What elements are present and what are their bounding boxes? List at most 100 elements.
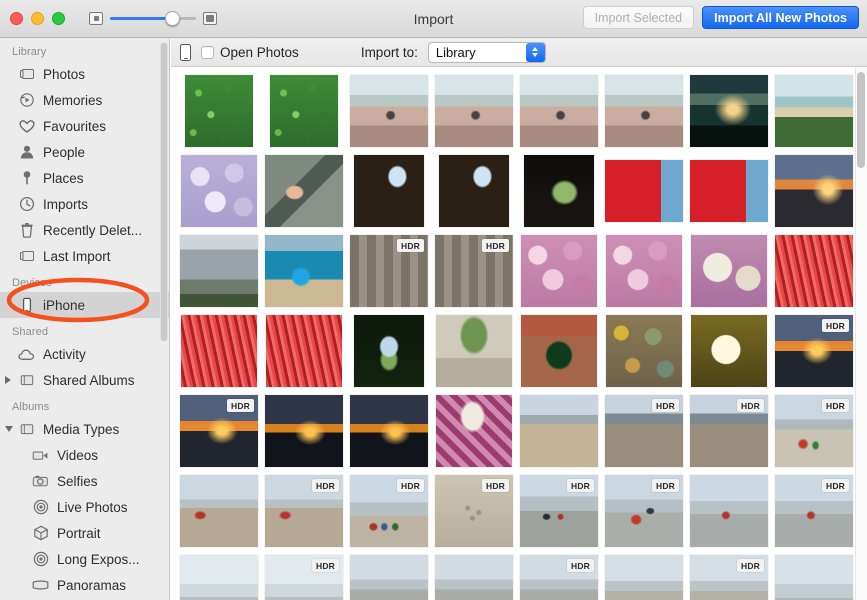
photo-thumbnail-hand-on-rock[interactable] (264, 155, 343, 227)
slider-knob[interactable] (165, 10, 180, 26)
photo-cell[interactable]: HDR (771, 471, 856, 551)
photo-cell[interactable]: HDR (686, 551, 771, 600)
photo-thumbnail-doorway-view[interactable] (523, 155, 594, 227)
photo-thumbnail-sunset-reflection[interactable]: HDR (179, 395, 258, 467)
photo-cell[interactable] (601, 231, 686, 311)
photo-thumbnail-pink-petals[interactable] (520, 235, 597, 307)
photo-thumbnail-ivy-arch[interactable] (435, 315, 512, 387)
photo-cell[interactable]: HDR (686, 391, 771, 471)
photo-thumbnail-green-door-arch[interactable] (520, 315, 597, 387)
photo-cell[interactable]: HDR (346, 231, 431, 311)
photo-cell[interactable] (261, 311, 346, 391)
photo-cell[interactable]: HDR (771, 391, 856, 471)
photo-thumbnail-child-on-beach[interactable] (349, 75, 428, 147)
photo-thumbnail-red-peeling-paint[interactable] (265, 315, 342, 387)
sidebar-item-photos[interactable]: Photos (0, 61, 169, 87)
sidebar-item-imports[interactable]: Imports (0, 191, 169, 217)
import-all-new-photos-button[interactable]: Import All New Photos (702, 6, 859, 29)
sidebar-item-long-expos[interactable]: Long Expos... (0, 546, 169, 572)
photo-cell[interactable]: HDR (601, 391, 686, 471)
photo-thumbnail-green-foliage[interactable] (269, 75, 338, 147)
import-selected-button[interactable]: Import Selected (582, 6, 695, 29)
photo-cell[interactable]: HDR (516, 551, 601, 600)
photo-cell[interactable] (686, 231, 771, 311)
photo-thumbnail-beach-post[interactable] (774, 555, 853, 600)
photo-thumbnail-beach-mountains[interactable]: HDR (689, 395, 768, 467)
large-thumbnail-icon[interactable] (203, 12, 217, 25)
photo-cell[interactable] (176, 231, 261, 311)
photo-cell[interactable] (686, 311, 771, 391)
sidebar-item-live-photos[interactable]: Live Photos (0, 494, 169, 520)
photo-thumbnail-child-on-beach[interactable] (604, 75, 683, 147)
photo-thumbnail-dog-on-blanket[interactable] (435, 395, 512, 467)
sidebar-item-iphone[interactable]: iPhone (0, 292, 169, 318)
photo-thumbnail-beach-post[interactable]: HDR (264, 555, 343, 600)
zoom-button[interactable] (52, 12, 65, 25)
photo-cell[interactable] (176, 151, 261, 231)
photo-cell[interactable] (771, 551, 856, 600)
sidebar-item-memories[interactable]: Memories (0, 87, 169, 113)
chevron-updown-icon[interactable] (525, 42, 545, 62)
photo-thumbnail-green-foliage[interactable] (184, 75, 253, 147)
photo-thumbnail-empty-beach[interactable] (519, 395, 598, 467)
photo-thumbnail-child-on-beach[interactable] (519, 75, 598, 147)
photo-thumbnail-beach-mountains[interactable]: HDR (604, 395, 683, 467)
photo-cell[interactable] (686, 471, 771, 551)
photo-cell[interactable] (516, 151, 601, 231)
photo-cell[interactable]: HDR (601, 471, 686, 551)
sidebar-item-panoramas[interactable]: Panoramas (0, 572, 169, 598)
photo-thumbnail-sunset-reflection[interactable] (264, 395, 343, 467)
photo-thumbnail-pink-petals[interactable] (690, 235, 767, 307)
sidebar-item-people[interactable]: People (0, 139, 169, 165)
photo-cell[interactable] (516, 71, 601, 151)
photo-cell[interactable] (516, 231, 601, 311)
photo-cell[interactable] (346, 551, 431, 600)
sidebar-item-places[interactable]: Places (0, 165, 169, 191)
photo-thumbnail-person-on-cliff[interactable] (264, 235, 343, 307)
open-photos-checkbox[interactable] (201, 45, 214, 59)
photo-cell[interactable] (176, 311, 261, 391)
sidebar-item-selfies[interactable]: Selfies (0, 468, 169, 494)
photo-cell[interactable]: HDR (261, 551, 346, 600)
photo-thumbnail-beach-figure[interactable] (179, 475, 258, 547)
photo-thumbnail-storm-clouds[interactable] (179, 235, 258, 307)
photo-thumbnail-sand-patterns[interactable]: HDR (434, 475, 513, 547)
photo-cell[interactable]: HDR (771, 311, 856, 391)
photo-cell[interactable] (431, 71, 516, 151)
photo-cell[interactable] (346, 311, 431, 391)
photo-thumbnail-church-window[interactable] (353, 155, 424, 227)
photo-thumbnail-wet-sand[interactable]: HDR (689, 555, 768, 600)
photo-cell[interactable] (431, 551, 516, 600)
photo-cell[interactable]: HDR (346, 471, 431, 551)
photo-thumbnail-wet-sand[interactable]: HDR (519, 555, 598, 600)
photo-thumbnail-sunset-estuary[interactable] (689, 75, 768, 147)
photo-thumbnail-red-lighthouse[interactable] (689, 160, 768, 222)
photo-thumbnail-ocean-sunset[interactable] (774, 155, 853, 227)
photo-thumbnail-coastal-flowers[interactable] (774, 75, 853, 147)
photo-cell[interactable] (516, 311, 601, 391)
chevron-down-icon[interactable] (5, 426, 13, 432)
chevron-right-icon[interactable] (5, 376, 11, 384)
photo-cell[interactable] (601, 551, 686, 600)
sidebar-item-shared-albums[interactable]: Shared Albums (0, 367, 169, 393)
photo-cell[interactable]: HDR (431, 471, 516, 551)
photo-cell[interactable] (516, 391, 601, 471)
photo-cell[interactable] (261, 391, 346, 471)
photo-cell[interactable] (346, 391, 431, 471)
photo-thumbnail-beach-group[interactable]: HDR (349, 475, 428, 547)
photo-cell[interactable]: HDR (261, 471, 346, 551)
photo-cell[interactable] (431, 151, 516, 231)
photo-cell[interactable] (686, 151, 771, 231)
photo-thumbnail-red-lighthouse[interactable] (604, 160, 683, 222)
photo-cell[interactable] (686, 71, 771, 151)
sidebar-item-videos[interactable]: Videos (0, 442, 169, 468)
photo-thumbnail-red-peeling-paint[interactable] (180, 315, 257, 387)
photo-cell[interactable] (431, 391, 516, 471)
photo-cell[interactable] (176, 471, 261, 551)
photo-cell[interactable] (261, 151, 346, 231)
photo-cell[interactable] (261, 231, 346, 311)
photo-thumbnail-beach-two-figures[interactable]: HDR (519, 475, 598, 547)
photo-cell[interactable] (176, 71, 261, 151)
photo-thumbnail-beach-red-figure[interactable]: HDR (604, 475, 683, 547)
photo-cell[interactable] (176, 551, 261, 600)
